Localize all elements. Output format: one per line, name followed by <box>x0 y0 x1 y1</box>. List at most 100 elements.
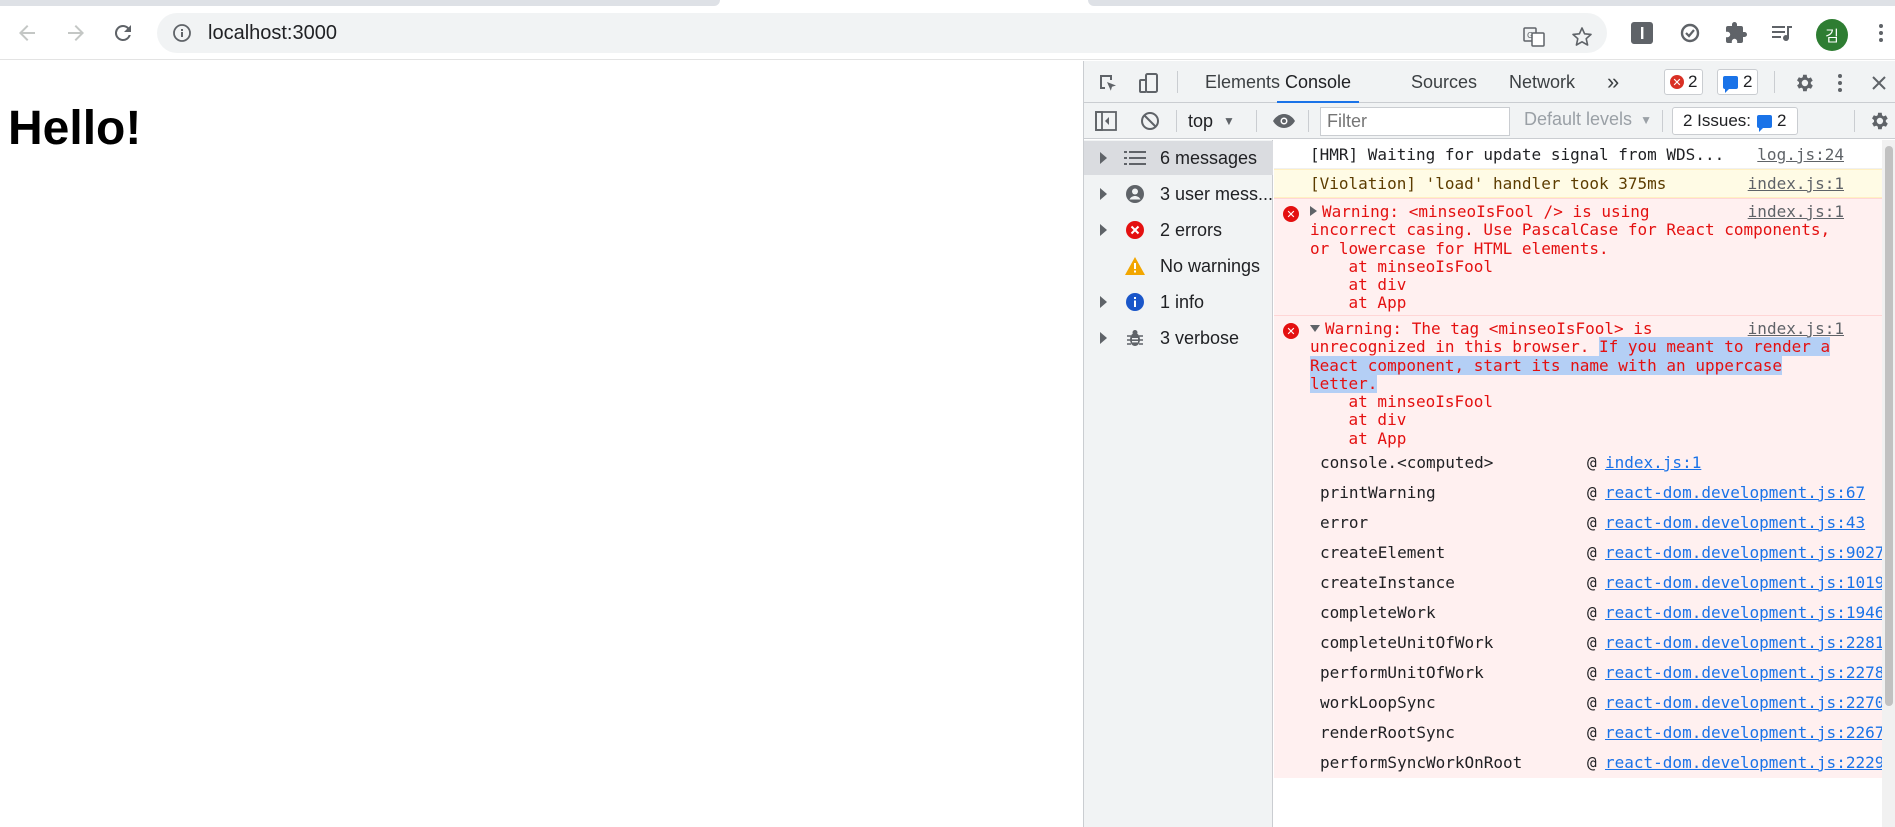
sync-extension-icon[interactable] <box>1675 18 1705 48</box>
call-stack-row[interactable]: completeWork @ react-dom.development.js:… <box>1274 598 1895 628</box>
tab-sources[interactable]: Sources <box>1411 61 1477 103</box>
clear-console-icon[interactable] <box>1138 109 1162 133</box>
menu-kebab-icon[interactable] <box>1866 18 1895 48</box>
more-tabs-button[interactable]: » <box>1607 61 1619 103</box>
forward-button[interactable] <box>58 15 94 51</box>
sidebar-toggle-icon[interactable] <box>1094 109 1118 133</box>
issues-button[interactable]: 2 Issues: 2 <box>1672 107 1798 135</box>
info-icon[interactable] <box>172 23 192 43</box>
stack-source-link[interactable]: react-dom.development.js:19464 <box>1605 602 1894 624</box>
source-link[interactable]: index.js:1 <box>1748 173 1844 195</box>
address-bar[interactable]: localhost:3000 G <box>157 13 1607 53</box>
sidebar-item-errors[interactable]: 2 errors <box>1084 213 1273 247</box>
expand-triangle-icon[interactable] <box>1100 188 1107 200</box>
console-output[interactable]: [HMR] Waiting for update signal from WDS… <box>1274 140 1895 827</box>
sidebar-item-label: No warnings <box>1160 256 1261 276</box>
device-toolbar-icon[interactable] <box>1136 70 1162 96</box>
expand-triangle-icon[interactable] <box>1100 296 1107 308</box>
stack-source-link[interactable]: react-dom.development.js:67 <box>1605 482 1865 504</box>
message-icon <box>1723 75 1738 93</box>
call-stack-row[interactable]: completeUnitOfWork @ react-dom.developme… <box>1274 628 1895 658</box>
log-levels-select[interactable]: Default levels ▼ <box>1524 109 1652 130</box>
collapse-triangle-icon[interactable] <box>1310 325 1320 332</box>
error-count-badge[interactable]: ✕ 2 <box>1664 69 1704 95</box>
puzzle-extensions-icon[interactable] <box>1721 18 1751 48</box>
filter-input[interactable] <box>1320 107 1510 136</box>
console-scrollbar[interactable] <box>1882 140 1895 827</box>
scrollbar-thumb[interactable] <box>1885 146 1893 706</box>
profile-avatar[interactable]: 김 <box>1816 19 1848 51</box>
call-stack-row[interactable]: performSyncWorkOnRoot @ react-dom.develo… <box>1274 748 1895 778</box>
stack-source-link[interactable]: react-dom.development.js:10192 <box>1605 572 1894 594</box>
stack-source-link[interactable]: react-dom.development.js:43 <box>1605 512 1865 534</box>
at-symbol: @ <box>1587 543 1597 562</box>
settings-gear-icon[interactable] <box>1791 70 1817 96</box>
at-symbol: @ <box>1587 603 1597 622</box>
context-select[interactable]: top ▼ <box>1188 109 1235 133</box>
tab-network[interactable]: Network <box>1509 61 1575 103</box>
stack-source-link[interactable]: react-dom.development.js:22815 <box>1605 632 1894 654</box>
call-stack-row[interactable]: workLoopSync @ react-dom.development.js:… <box>1274 688 1895 718</box>
call-stack-row[interactable]: renderRootSync @ react-dom.development.j… <box>1274 718 1895 748</box>
source-link[interactable]: index.js:1 <box>1748 318 1844 340</box>
sidebar-item-info[interactable]: 1 info <box>1084 285 1273 319</box>
sidebar-item-verbose[interactable]: 3 verbose <box>1084 321 1273 355</box>
extension-i-icon[interactable] <box>1627 18 1657 48</box>
stack-source-link[interactable]: react-dom.development.js:22293 <box>1605 752 1894 774</box>
sidebar-item-messages[interactable]: 6 messages <box>1084 141 1273 175</box>
live-expression-eye-icon[interactable] <box>1272 109 1296 133</box>
console-message-error[interactable]: ✕ Warning: The tag <minseoIsFool> is unr… <box>1274 315 1895 450</box>
translate-icon[interactable]: G <box>1519 22 1549 52</box>
devtools-menu-icon[interactable] <box>1827 70 1853 96</box>
log-levels-label: Default levels <box>1524 109 1633 129</box>
back-button[interactable] <box>9 15 45 51</box>
reload-icon <box>114 24 131 41</box>
inspect-element-icon[interactable] <box>1095 70 1121 96</box>
issues-label: 2 Issues: <box>1683 111 1752 130</box>
source-link[interactable]: log.js:24 <box>1757 144 1844 166</box>
tab-elements[interactable]: Elements <box>1205 61 1280 103</box>
reload-button[interactable] <box>105 15 141 51</box>
stack-function: console.<computed> <box>1320 453 1494 472</box>
stack-function: completeUnitOfWork <box>1320 633 1494 652</box>
expand-triangle-icon[interactable] <box>1100 332 1107 344</box>
error-count: 2 <box>1688 72 1698 91</box>
message-count-badge[interactable]: 2 <box>1717 69 1759 95</box>
url-text[interactable]: localhost:3000 <box>208 23 337 43</box>
expand-triangle-icon[interactable] <box>1100 152 1107 164</box>
console-message-log[interactable]: [HMR] Waiting for update signal from WDS… <box>1274 140 1895 169</box>
tab-strip <box>0 0 1895 7</box>
arrow-right-icon <box>68 25 84 41</box>
console-message-error[interactable]: ✕ Warning: <minseoIsFool /> is using inc… <box>1274 198 1895 315</box>
stack-source-link[interactable]: react-dom.development.js:22787 <box>1605 662 1894 684</box>
console-message-violation[interactable]: [Violation] 'load' handler took 375ms in… <box>1274 169 1895 198</box>
tab-console[interactable]: Console <box>1277 61 1360 103</box>
expand-triangle-icon[interactable] <box>1310 206 1317 216</box>
message-line: or lowercase for HTML elements. <box>1310 238 1609 258</box>
call-stack-row[interactable]: createInstance @ react-dom.development.j… <box>1274 568 1895 598</box>
stack-source-link[interactable]: index.js:1 <box>1605 452 1701 474</box>
warning-icon <box>1124 255 1146 277</box>
expand-triangle-icon[interactable] <box>1100 224 1107 236</box>
context-value: top <box>1188 110 1214 131</box>
stack-line: at div <box>1310 275 1407 295</box>
user-icon <box>1124 183 1146 205</box>
message-text: [Violation] 'load' handler took 375ms <box>1310 174 1667 193</box>
source-link[interactable]: index.js:1 <box>1748 201 1844 223</box>
call-stack-row[interactable]: printWarning @ react-dom.development.js:… <box>1274 478 1895 508</box>
call-stack-row[interactable]: createElement @ react-dom.development.js… <box>1274 538 1895 568</box>
sidebar-item-user-messages[interactable]: 3 user mess... <box>1084 177 1273 211</box>
sidebar-item-warnings[interactable]: No warnings <box>1084 249 1273 283</box>
call-stack-row[interactable]: console.<computed> @ index.js:1 <box>1274 448 1895 478</box>
close-devtools-icon[interactable] <box>1866 70 1892 96</box>
tab-separator <box>1774 71 1775 93</box>
stack-source-link[interactable]: react-dom.development.js:9027 <box>1605 542 1884 564</box>
stack-source-link[interactable]: react-dom.development.js:22707 <box>1605 692 1894 714</box>
media-queue-icon[interactable] <box>1767 18 1797 48</box>
at-symbol: @ <box>1587 753 1597 772</box>
stack-source-link[interactable]: react-dom.development.js:22670 <box>1605 722 1894 744</box>
bookmark-star-icon[interactable] <box>1567 22 1597 52</box>
console-settings-gear-icon[interactable] <box>1867 109 1891 133</box>
call-stack-row[interactable]: error @ react-dom.development.js:43 <box>1274 508 1895 538</box>
call-stack-row[interactable]: performUnitOfWork @ react-dom.developmen… <box>1274 658 1895 688</box>
